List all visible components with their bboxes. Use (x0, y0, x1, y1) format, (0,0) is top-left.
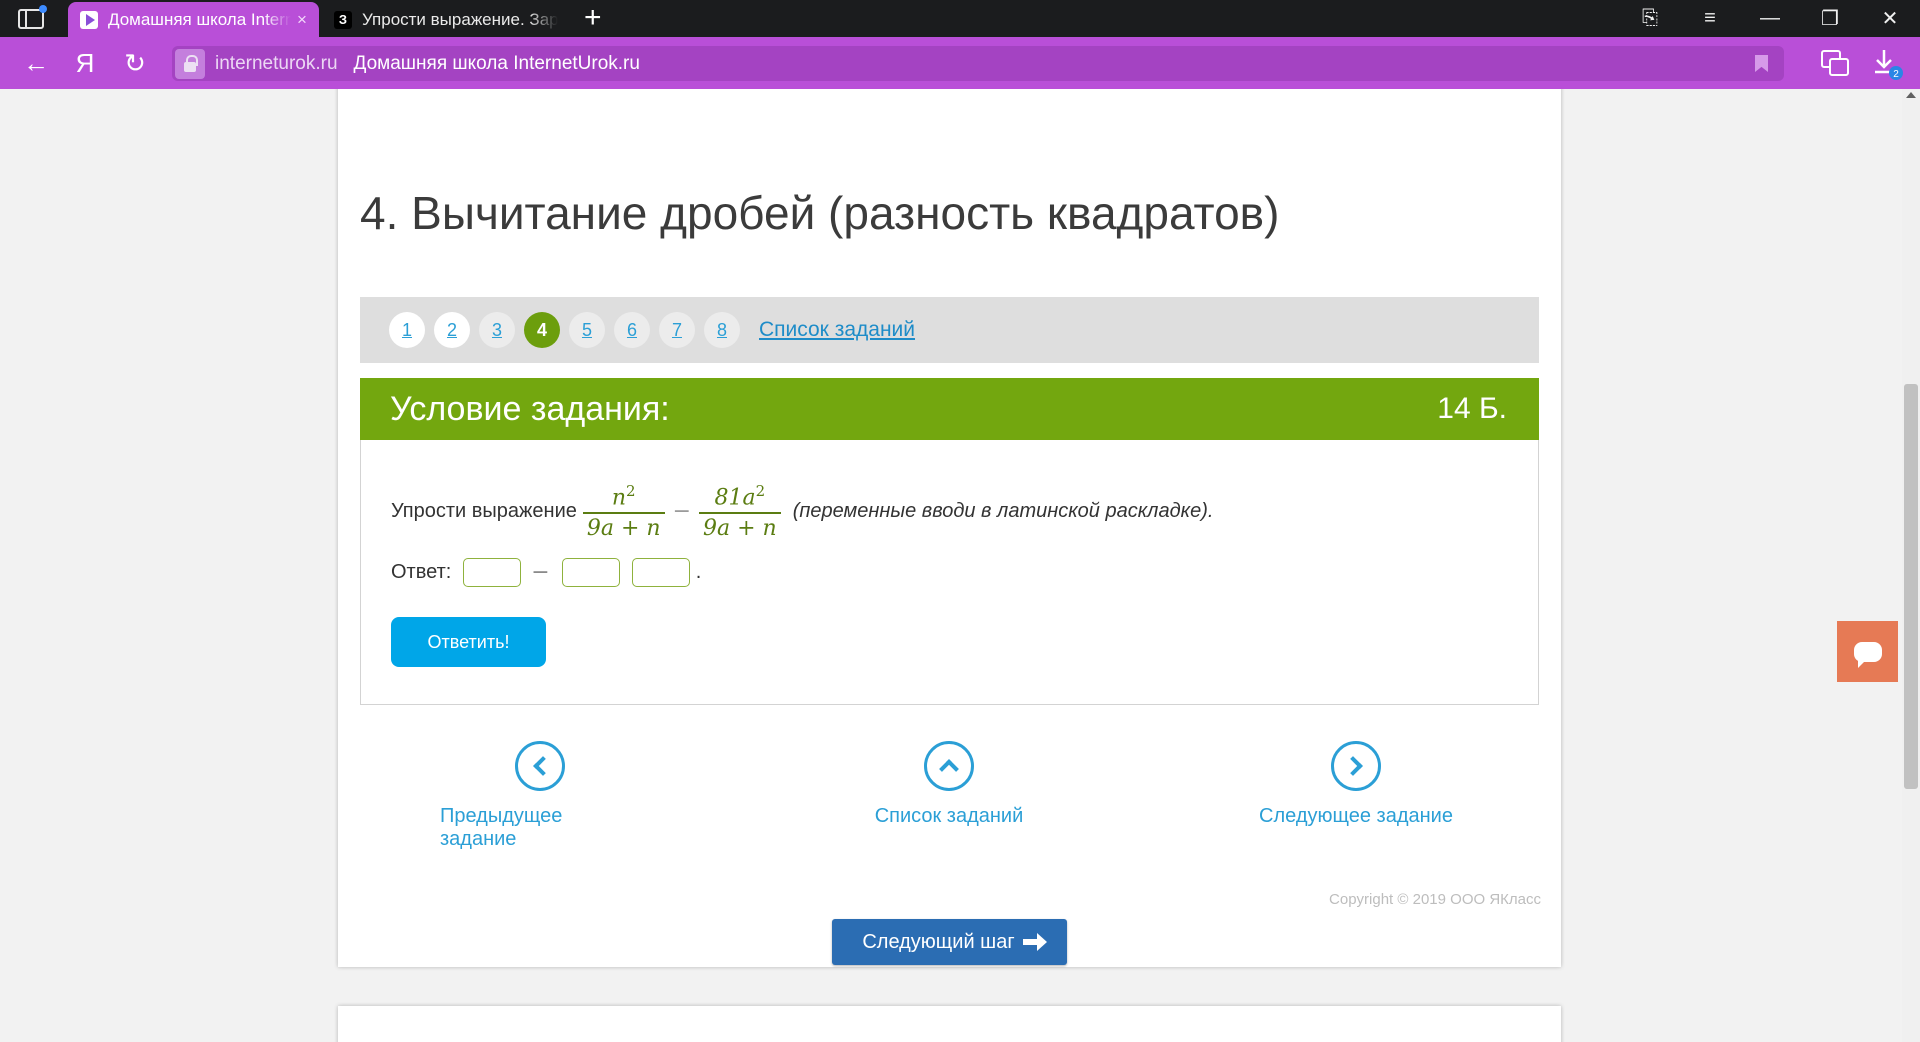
pager-item-8[interactable]: 8 (704, 312, 740, 348)
page-viewport: 4. Вычитание дробей (разность квадратов)… (0, 89, 1902, 1042)
task-list-nav-label: Список заданий (874, 805, 1024, 827)
page-scrollbar[interactable] (1902, 89, 1920, 1042)
arrow-right-icon (1022, 933, 1047, 951)
next-task-label: Следующее задание (1259, 805, 1453, 827)
task-list-nav-link[interactable]: Список заданий (849, 741, 1049, 828)
downloads-badge: 2 (1893, 69, 1899, 80)
notification-dot (39, 5, 47, 13)
bookmark-icon[interactable] (1755, 55, 1768, 72)
page-title: 4. Вычитание дробей (разность квадратов) (360, 187, 1280, 239)
chevron-left-icon (515, 741, 565, 791)
chevron-right-icon (1331, 741, 1381, 791)
copyright-text: Copyright © 2019 ООО ЯКласс (1329, 891, 1541, 908)
answer-minus-sign: − (531, 560, 550, 585)
fraction-2-denominator: 9a + n (699, 512, 781, 541)
condition-body: Упрости выражение n2 9a + n − 81a2 9a + … (360, 440, 1539, 705)
new-tab-button[interactable]: + (584, 3, 602, 33)
task-pager: 1 2 3 4 5 6 7 8 Список заданий (360, 297, 1539, 363)
tab-label: Домашняя школа Intern (108, 9, 291, 29)
tab-label: Упрости выражение. Зара (362, 9, 558, 29)
pager-item-3[interactable]: 3 (479, 312, 515, 348)
url-domain: interneturok.ru (215, 52, 338, 74)
pager-item-2[interactable]: 2 (434, 312, 470, 348)
submit-answer-button[interactable]: Ответить! (391, 617, 546, 667)
pager-item-7[interactable]: 7 (659, 312, 695, 348)
task-list-link[interactable]: Список заданий (759, 318, 915, 342)
chat-bubble-icon (1853, 641, 1882, 668)
next-card (338, 1006, 1561, 1042)
task-card: 4. Вычитание дробей (разность квадратов)… (338, 89, 1561, 967)
question-line: Упрости выражение n2 9a + n − 81a2 9a + … (391, 482, 1213, 541)
fraction-2: 81a2 9a + n (699, 482, 781, 541)
fraction-1-exponent: 2 (626, 482, 636, 500)
answer-label: Ответ: (391, 561, 452, 583)
yandex-logo-icon[interactable]: Я (69, 47, 101, 79)
restore-button[interactable]: ❐ (1800, 0, 1860, 37)
fraction-1: n2 9a + n (582, 482, 665, 541)
menu-icon[interactable]: ≡ (1680, 0, 1740, 37)
prev-task-link[interactable]: Предыдущее задание (440, 741, 640, 851)
answer-line: Ответ: − . (391, 558, 701, 587)
pager-item-5[interactable]: 5 (569, 312, 605, 348)
scrollbar-thumb[interactable] (1904, 384, 1918, 789)
downloads-icon[interactable]: 2 (1870, 47, 1904, 81)
reload-icon[interactable]: ↻ (119, 47, 151, 79)
url-page-title: Домашняя школа InternetUrok.ru (353, 52, 640, 74)
tab-interneturok[interactable]: Домашняя школа Intern × (68, 2, 319, 37)
back-arrow-icon[interactable]: ← (20, 47, 52, 79)
chat-button[interactable] (1837, 621, 1898, 682)
minimize-button[interactable]: — (1740, 0, 1800, 37)
translate-icon[interactable] (1820, 49, 1850, 77)
condition-heading: Условие задания: (390, 389, 670, 428)
pager-item-6[interactable]: 6 (614, 312, 650, 348)
minus-sign: − (672, 499, 691, 525)
answer-field-1[interactable] (463, 558, 522, 587)
task-navigation: Предыдущее задание Список заданий Следую… (338, 741, 1561, 850)
condition-header: Условие задания: 14 Б. (360, 378, 1539, 440)
prev-task-label: Предыдущее задание (440, 805, 563, 850)
bookmarks-panel-icon[interactable]: ⎘ (1620, 0, 1680, 37)
window-controls: ⎘ ≡ — ❐ ✕ (1620, 0, 1920, 37)
close-window-button[interactable]: ✕ (1860, 0, 1920, 37)
fraction-2-numerator: 81a (714, 485, 756, 511)
chevron-up-icon (924, 741, 974, 791)
points-badge: 14 Б. (1437, 392, 1507, 425)
fraction-1-denominator: 9a + n (582, 512, 665, 541)
next-step-label: Следующий шаг (862, 930, 1015, 953)
pager-item-1[interactable]: 1 (389, 312, 425, 348)
question-prompt: Упрости выражение (391, 500, 577, 523)
url-field[interactable]: interneturok.ru Домашняя школа InternetU… (172, 46, 1784, 81)
answer-field-3[interactable] (631, 558, 690, 587)
fraction-1-numerator: n (611, 485, 627, 511)
pager-item-4[interactable]: 4 (524, 312, 560, 348)
tab-close-icon[interactable]: × (291, 10, 313, 30)
sidebar-toggle-icon[interactable] (18, 5, 47, 29)
interneturok-favicon-icon (80, 10, 98, 29)
fraction-2-exponent: 2 (755, 482, 766, 500)
question-hint: (переменные вводи в латинской раскладке)… (792, 500, 1214, 523)
znanija-favicon-icon: З (334, 10, 352, 29)
lock-icon[interactable] (175, 48, 205, 79)
browser-titlebar: Домашняя школа Intern × З Упрости выраже… (0, 0, 1920, 37)
next-task-link[interactable]: Следующее задание (1246, 741, 1466, 828)
answer-dot: . (695, 561, 702, 583)
address-bar: ← Я ↻ interneturok.ru Домашняя школа Int… (0, 37, 1920, 89)
scroll-up-arrow-icon[interactable] (1906, 92, 1916, 98)
tab-simplify-expression[interactable]: З Упрости выражение. Зара (326, 2, 558, 37)
next-step-button[interactable]: Следующий шаг (832, 919, 1067, 965)
answer-field-2[interactable] (561, 558, 620, 587)
